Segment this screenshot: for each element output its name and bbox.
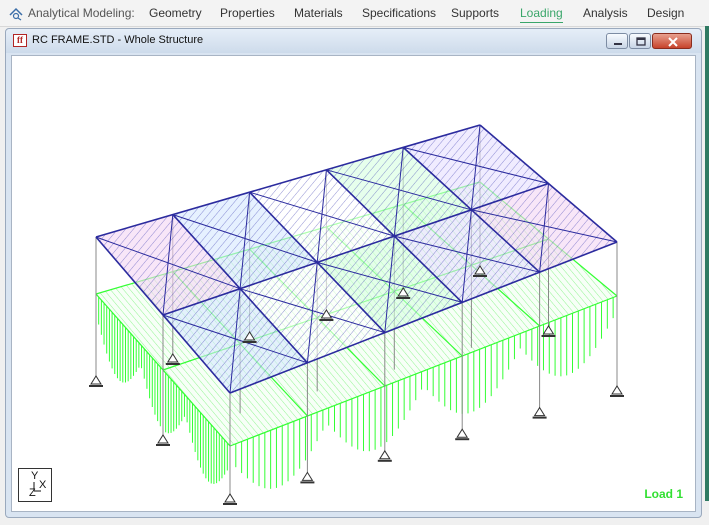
minimize-icon (614, 43, 622, 45)
staad-file-icon: ff (13, 34, 27, 47)
window-title: RC FRAME.STD - Whole Structure (32, 34, 204, 46)
minimize-button[interactable] (606, 33, 628, 49)
support-icon (611, 385, 623, 395)
support-icon (301, 471, 314, 481)
side-panel-edge (705, 26, 709, 501)
axis-z-label: Z (29, 487, 36, 499)
support-icon (456, 428, 469, 438)
maximize-button[interactable] (629, 33, 651, 49)
support-icon (542, 325, 555, 335)
structure-viewport[interactable]: Y X Z Load 1 (11, 55, 696, 512)
axis-x-label: X (39, 479, 47, 491)
tab-materials[interactable]: Materials (294, 6, 343, 20)
axis-y-label: Y (31, 470, 39, 482)
structure-model[interactable] (12, 56, 695, 511)
structure-window: ff RC FRAME.STD - Whole Structure Y X Z … (5, 28, 702, 518)
load-case-label: Load 1 (644, 487, 683, 501)
tab-geometry[interactable]: Geometry (149, 6, 202, 20)
window-title-bar[interactable]: ff RC FRAME.STD - Whole Structure (6, 29, 701, 53)
support-icon (378, 449, 391, 460)
axis-triad: Y X Z (18, 468, 52, 502)
tab-supports[interactable]: Supports (451, 6, 499, 20)
tab-analysis[interactable]: Analysis (583, 6, 628, 20)
support-icon (533, 406, 546, 417)
support-icon (157, 434, 169, 444)
close-icon (668, 37, 678, 47)
tab-specifications[interactable]: Specifications (362, 6, 436, 20)
tab-design[interactable]: Design (647, 6, 684, 20)
tab-loading[interactable]: Loading (520, 6, 563, 23)
tab-properties[interactable]: Properties (220, 6, 275, 20)
tab-analytical-modeling[interactable]: Analytical Modeling: (28, 6, 135, 20)
analytical-modeling-icon (9, 7, 23, 21)
close-button[interactable] (652, 33, 692, 49)
support-icon (90, 375, 102, 385)
maximize-icon (636, 37, 646, 46)
ribbon-tab-bar: Analytical Modeling: Geometry Properties… (0, 0, 709, 27)
support-icon (224, 493, 236, 503)
